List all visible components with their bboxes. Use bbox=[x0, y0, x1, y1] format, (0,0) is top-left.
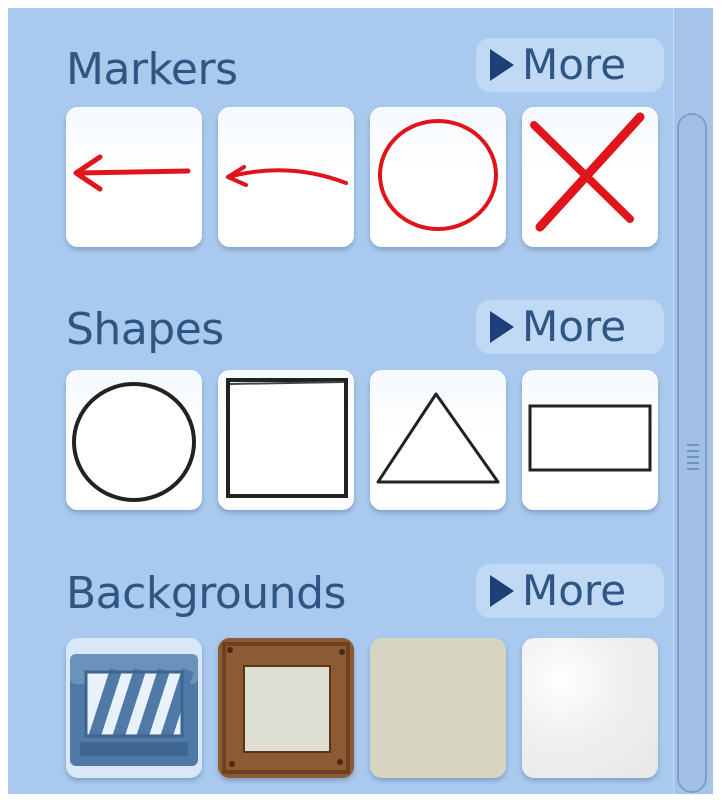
shapes-heading: Shapes bbox=[66, 304, 224, 355]
play-triangle-icon bbox=[490, 311, 514, 343]
backgrounds-more-label: More bbox=[522, 566, 627, 615]
background-wood-frame[interactable] bbox=[218, 638, 354, 778]
shapes-more-button[interactable]: More bbox=[476, 300, 664, 354]
play-triangle-icon bbox=[490, 49, 514, 81]
marker-circle[interactable] bbox=[370, 107, 506, 247]
circle-shape-icon bbox=[72, 382, 196, 502]
straight-arrow-icon bbox=[73, 154, 191, 192]
rectangle-shape-icon bbox=[528, 404, 652, 472]
triangle-shape-icon bbox=[376, 392, 500, 484]
backgrounds-heading: Backgrounds bbox=[66, 568, 346, 619]
scrollbar-grip-icon bbox=[687, 444, 699, 474]
red-x-icon bbox=[530, 112, 645, 232]
wood-frame-thumbnail bbox=[218, 638, 354, 778]
shape-rectangle[interactable] bbox=[522, 370, 658, 510]
gallery-panel: Markers More Shapes More Backgrounds Mor… bbox=[8, 8, 713, 794]
background-striped-frame[interactable] bbox=[66, 638, 202, 778]
red-circle-icon bbox=[378, 119, 498, 231]
shape-square[interactable] bbox=[218, 370, 354, 510]
marker-straight-arrow[interactable] bbox=[66, 107, 202, 247]
markers-more-button[interactable]: More bbox=[476, 38, 664, 92]
marker-x[interactable] bbox=[522, 107, 658, 247]
shapes-more-label: More bbox=[522, 302, 627, 351]
play-triangle-icon bbox=[490, 575, 514, 607]
striped-frame-thumbnail bbox=[70, 654, 198, 766]
shape-triangle[interactable] bbox=[370, 370, 506, 510]
curved-arrow-icon bbox=[226, 165, 348, 187]
background-white-texture[interactable] bbox=[522, 638, 658, 778]
markers-more-label: More bbox=[522, 40, 627, 89]
shape-circle[interactable] bbox=[66, 370, 202, 510]
marker-curved-arrow[interactable] bbox=[218, 107, 354, 247]
markers-heading: Markers bbox=[66, 44, 238, 95]
background-beige-plain[interactable] bbox=[370, 638, 506, 778]
square-shape-icon bbox=[226, 378, 348, 498]
backgrounds-more-button[interactable]: More bbox=[476, 564, 664, 618]
